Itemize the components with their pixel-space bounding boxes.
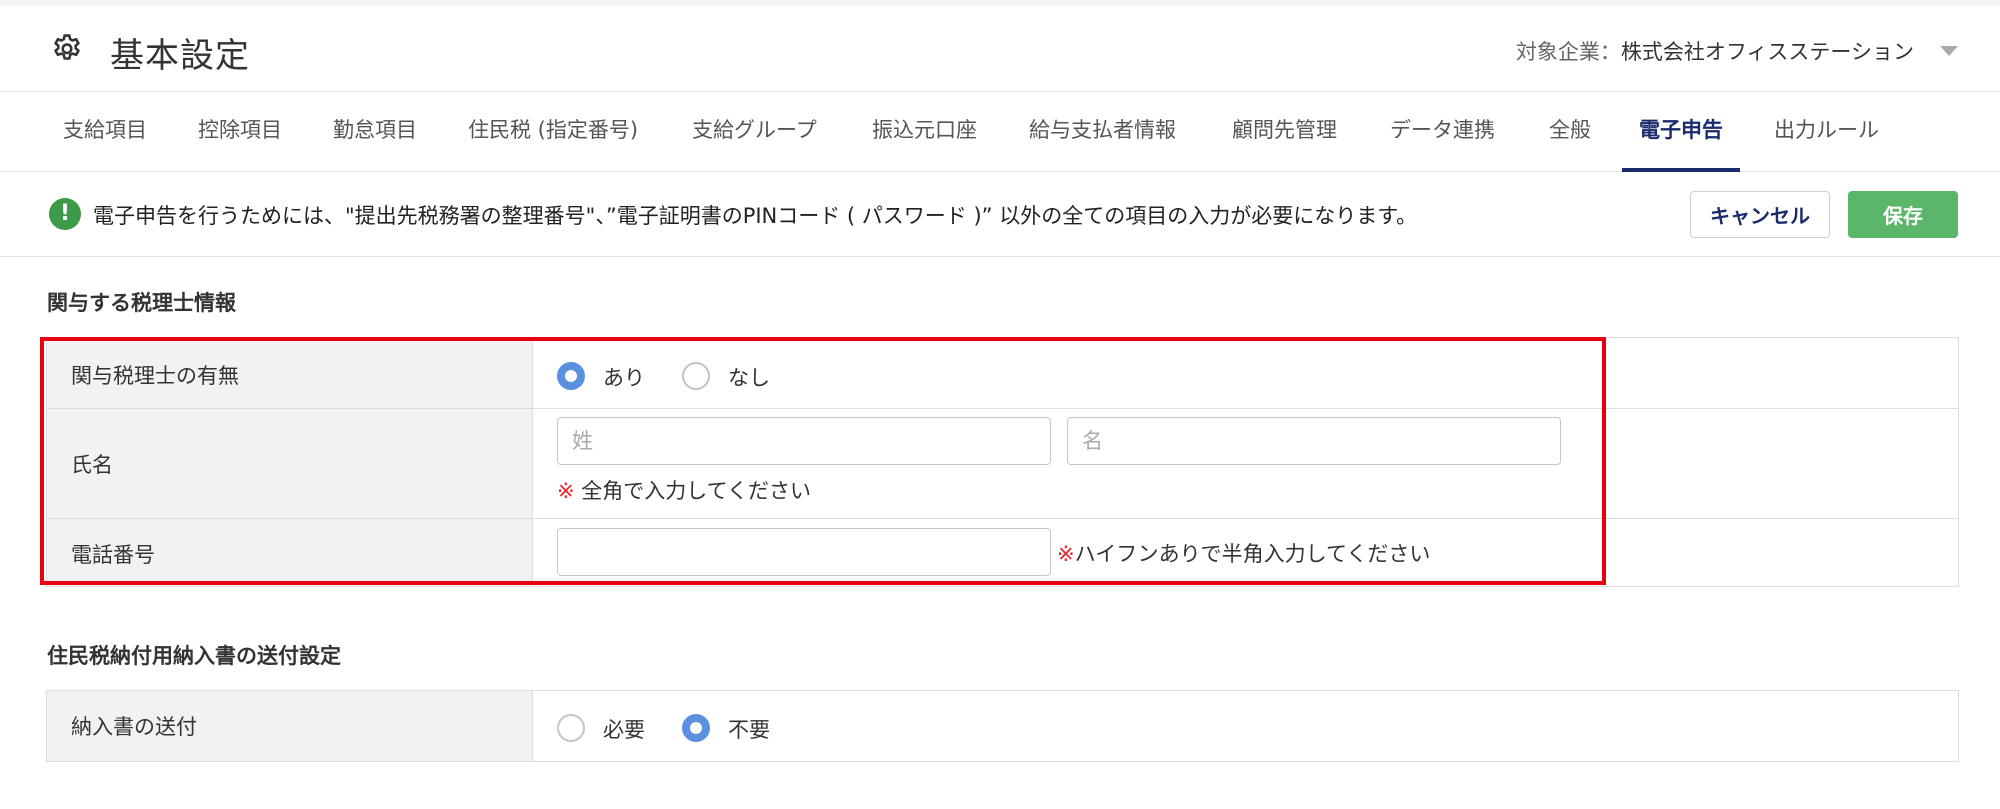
page-title: 基本設定	[110, 36, 250, 76]
phone-hint: ※ハイフンありで半角入力してください	[1057, 538, 1430, 568]
hint-mark: ※	[557, 479, 575, 503]
row-label-cell: 電話番号	[47, 519, 533, 586]
row-accountant-name: 氏名 ※ 全角で入力してください	[47, 409, 1958, 519]
phone-input[interactable]	[557, 528, 1051, 576]
gear-icon	[54, 34, 80, 60]
radio-presence-yes[interactable]	[557, 362, 585, 390]
hint-text: 全角で入力してください	[574, 479, 812, 503]
tab-e-filing[interactable]: 電子申告	[1622, 93, 1740, 172]
tab-general[interactable]: 全般	[1532, 93, 1608, 172]
row-accountant-phone: 電話番号 ※ハイフンありで半角入力してください	[47, 519, 1958, 586]
page-header: 基本設定 対象企業：株式会社オフィスステーション	[0, 6, 2000, 92]
radio-presence-no[interactable]	[682, 362, 710, 390]
exclamation-icon: !	[49, 198, 81, 230]
company-label: 対象企業：	[1515, 40, 1621, 64]
company-selector[interactable]: 対象企業：株式会社オフィスステーション	[1516, 36, 1914, 66]
notice-text: 電子申告を行うためには、"提出先税務署の整理番号"、”電子証明書のPINコード …	[93, 204, 1418, 228]
tab-client-management[interactable]: 顧問先管理	[1215, 93, 1354, 172]
tab-data-integration[interactable]: データ連携	[1373, 93, 1512, 172]
name-hint: ※ 全角で入力してください	[557, 475, 811, 505]
radio-label-required: 必要	[603, 718, 645, 742]
row-label-cell: 氏名	[47, 409, 533, 518]
tab-attendance-items[interactable]: 勤怠項目	[316, 93, 434, 172]
hint-mark: ※	[1057, 542, 1075, 566]
radio-label-no: なし	[728, 366, 770, 390]
tab-output-rules[interactable]: 出力ルール	[1757, 93, 1896, 172]
section-title-tax-slip: 住民税納付用納入書の送付設定	[47, 644, 341, 668]
radio-send-required[interactable]	[557, 714, 585, 742]
radio-send-not-required[interactable]	[682, 714, 710, 742]
tab-payment-items[interactable]: 支給項目	[46, 93, 164, 172]
company-name: 株式会社オフィスステーション	[1620, 40, 1914, 64]
row-label-cell: 関与税理士の有無	[47, 338, 533, 408]
tab-payer-info[interactable]: 給与支払者情報	[1012, 93, 1193, 172]
tax-accountant-form: 関与税理士の有無 あり なし 氏名 ※ 全角で入力してください 電話番号 ※ハイ…	[46, 337, 1959, 587]
chevron-down-icon[interactable]	[1940, 46, 1958, 56]
tab-payment-group[interactable]: 支給グループ	[675, 93, 834, 172]
field-label-name: 氏名	[71, 453, 113, 477]
settings-tabs: 支給項目 控除項目 勤怠項目 住民税 (指定番号) 支給グループ 振込元口座 給…	[0, 93, 2000, 172]
field-label-presence: 関与税理士の有無	[71, 364, 239, 388]
tab-resident-tax[interactable]: 住民税 (指定番号)	[451, 93, 655, 172]
last-name-input[interactable]	[557, 417, 1051, 465]
field-label-phone: 電話番号	[71, 543, 155, 567]
tab-deduction-items[interactable]: 控除項目	[181, 93, 299, 172]
row-slip-send: 納入書の送付 必要 不要	[47, 691, 1958, 761]
tab-source-account[interactable]: 振込元口座	[855, 93, 994, 172]
save-button[interactable]: 保存	[1848, 191, 1958, 238]
notice-bar: ! 電子申告を行うためには、"提出先税務署の整理番号"、”電子証明書のPINコー…	[0, 173, 2000, 257]
radio-label-not-required: 不要	[728, 718, 770, 742]
cancel-button[interactable]: キャンセル	[1690, 191, 1830, 238]
row-accountant-presence: 関与税理士の有無 あり なし	[47, 338, 1958, 409]
row-label-cell: 納入書の送付	[47, 691, 533, 761]
first-name-input[interactable]	[1067, 417, 1561, 465]
hint-text: ハイフンありで半角入力してください	[1074, 542, 1431, 566]
field-label-send: 納入書の送付	[71, 715, 197, 739]
tax-slip-form: 納入書の送付 必要 不要	[46, 690, 1959, 762]
section-title-tax-accountant: 関与する税理士情報	[47, 291, 236, 315]
radio-label-yes: あり	[603, 366, 645, 390]
